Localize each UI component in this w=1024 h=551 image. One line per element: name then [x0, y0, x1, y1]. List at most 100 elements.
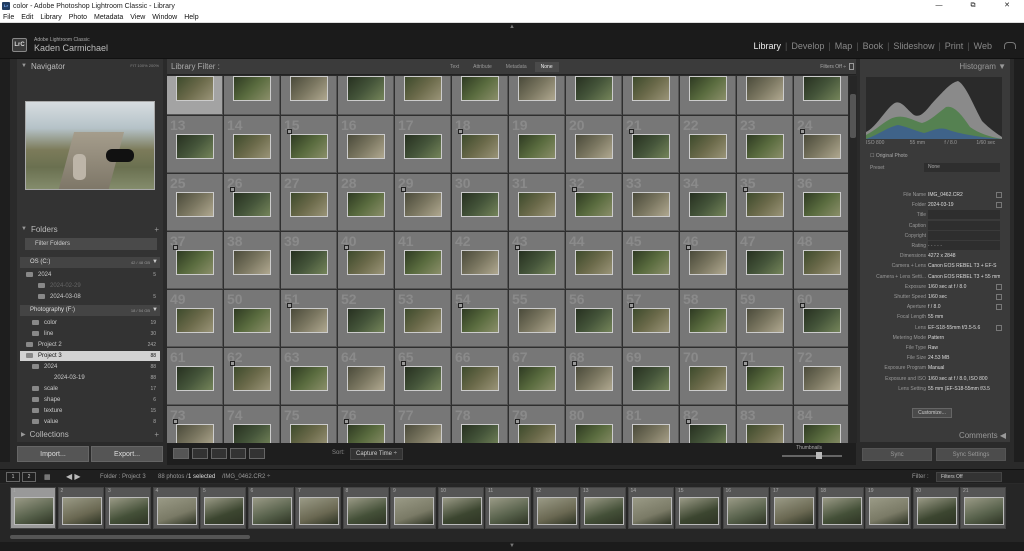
grid-cell[interactable]: 29: [395, 174, 451, 231]
metadata-value[interactable]: [928, 210, 1000, 220]
grid-cell[interactable]: 44: [566, 232, 622, 289]
grid-cell[interactable]: 73: [167, 406, 223, 443]
loupe-view-icon[interactable]: [192, 448, 208, 459]
photo-thumbnail[interactable]: [290, 76, 328, 101]
volume-photography[interactable]: Photography (F:) 18 / 54 GB ▼: [20, 305, 160, 316]
photo-thumbnail[interactable]: [233, 76, 271, 101]
maximize-button[interactable]: ⧉: [956, 0, 990, 12]
module-print[interactable]: Print: [941, 41, 968, 51]
photo-thumbnail[interactable]: [689, 76, 727, 101]
grid-cell[interactable]: 40: [338, 232, 394, 289]
grid-cell[interactable]: 33: [623, 174, 679, 231]
grid-view-icon[interactable]: [173, 448, 189, 459]
photo-thumbnail[interactable]: [746, 308, 784, 333]
filmstrip-cell[interactable]: 14: [627, 487, 674, 529]
folder-row-selected[interactable]: Project 3 88: [20, 351, 160, 361]
histogram-graph[interactable]: [866, 77, 1002, 139]
photo-thumbnail[interactable]: [347, 250, 385, 275]
grid-cell[interactable]: 65: [395, 348, 451, 405]
photo-thumbnail[interactable]: [347, 424, 385, 443]
grid-cell[interactable]: 20: [566, 116, 622, 173]
thumbnail-size-slider[interactable]: [782, 452, 842, 459]
menu-file[interactable]: File: [3, 14, 14, 21]
metadata-row[interactable]: Camera + Lens Canon EOS REBEL T3 + EF-S: [864, 261, 1006, 271]
module-web[interactable]: Web: [970, 41, 996, 51]
filmstrip-cell[interactable]: 8: [342, 487, 389, 529]
photo-thumbnail[interactable]: [233, 134, 271, 159]
filmstrip-cell[interactable]: 13: [580, 487, 626, 529]
filmstrip-thumbnail[interactable]: [631, 497, 672, 525]
grid-cell[interactable]: 58: [680, 290, 736, 347]
grid-cell[interactable]: 13: [167, 116, 223, 173]
grid-scrollbar[interactable]: [849, 76, 857, 443]
metadata-action-icon[interactable]: [996, 304, 1002, 311]
photo-thumbnail[interactable]: [233, 424, 271, 443]
filmstrip-thumbnail[interactable]: [679, 497, 719, 525]
grid-icon[interactable]: ▦: [44, 473, 51, 481]
photo-thumbnail[interactable]: [575, 134, 613, 159]
right-panel-toggle[interactable]: [1014, 59, 1024, 462]
folder-row[interactable]: 2024-03-19 88: [20, 373, 160, 383]
metadata-preset-dropdown[interactable]: None: [924, 163, 1000, 172]
photo-thumbnail[interactable]: [632, 424, 670, 443]
menu-view[interactable]: View: [130, 14, 145, 21]
photo-thumbnail[interactable]: [746, 366, 784, 391]
navigator-header[interactable]: ▼ Navigator FIT 100% 200%: [17, 59, 163, 73]
module-book[interactable]: Book: [859, 41, 888, 51]
navigator-zoom-options[interactable]: FIT 100% 200%: [130, 63, 159, 68]
photo-thumbnail[interactable]: [689, 192, 727, 217]
metadata-row[interactable]: Copyright: [864, 230, 1006, 241]
folder-row[interactable]: 2024-02-29: [20, 281, 160, 291]
photo-thumbnail[interactable]: [803, 250, 841, 275]
folders-header[interactable]: ▼ Folders +: [17, 222, 163, 236]
photo-thumbnail[interactable]: [176, 250, 214, 275]
filmstrip-cell[interactable]: 21: [960, 487, 1006, 529]
grid-cell[interactable]: 24: [794, 116, 848, 173]
photo-thumbnail[interactable]: [347, 308, 385, 333]
grid-cell[interactable]: 18: [452, 116, 508, 173]
grid-cell[interactable]: 32: [566, 174, 622, 231]
module-slideshow[interactable]: Slideshow: [889, 41, 938, 51]
grid-cell[interactable]: 43: [509, 232, 565, 289]
folder-row[interactable]: Project 2 242: [20, 340, 160, 350]
grid-cell[interactable]: 66: [452, 348, 508, 405]
grid-cell[interactable]: 68: [566, 348, 622, 405]
selected-file[interactable]: /IMG_0462.CR2 ÷: [222, 474, 270, 480]
export-button[interactable]: Export...: [91, 446, 163, 462]
filmstrip-filter-dropdown[interactable]: Filters Off: [936, 472, 1002, 482]
grid-cell[interactable]: 49: [167, 290, 223, 347]
comments-header[interactable]: Comments ◀: [860, 428, 1010, 442]
photo-thumbnail[interactable]: [689, 366, 727, 391]
photo-thumbnail[interactable]: [575, 308, 613, 333]
photo-thumbnail[interactable]: [746, 192, 784, 217]
metadata-row[interactable]: Aperture f / 8.0: [864, 302, 1006, 312]
folder-row[interactable]: color 19: [20, 318, 160, 328]
photo-thumbnail[interactable]: [233, 192, 271, 217]
metadata-action-icon[interactable]: [996, 324, 1002, 331]
grid-cell[interactable]: 22: [680, 116, 736, 173]
photo-thumbnail[interactable]: [575, 192, 613, 217]
filmstrip-cell[interactable]: 4: [152, 487, 199, 529]
grid-cell[interactable]: 69: [623, 348, 679, 405]
metadata-row[interactable]: File Size 24.53 MB: [864, 353, 1006, 363]
grid-cell[interactable]: 81: [623, 406, 679, 443]
filmstrip-cell[interactable]: 15: [675, 487, 721, 529]
filmstrip-thumbnail[interactable]: [204, 497, 244, 525]
photo-thumbnail[interactable]: [632, 250, 670, 275]
photo-thumbnail[interactable]: [290, 308, 328, 333]
photo-thumbnail[interactable]: [404, 192, 442, 217]
photo-thumbnail[interactable]: [461, 76, 499, 101]
folder-row[interactable]: 2024 88: [20, 362, 160, 372]
grid-cell[interactable]: [737, 76, 793, 115]
filmstrip-cell[interactable]: 6: [247, 487, 294, 529]
photo-thumbnail[interactable]: [233, 366, 271, 391]
photo-thumbnail[interactable]: [347, 192, 385, 217]
grid-cell[interactable]: 76: [338, 406, 394, 443]
slider-knob[interactable]: [816, 452, 822, 459]
photo-thumbnail[interactable]: [803, 192, 841, 217]
add-collection-icon[interactable]: +: [154, 430, 159, 439]
filmstrip-cell[interactable]: 20: [912, 487, 959, 529]
filmstrip-thumbnail[interactable]: [441, 497, 482, 525]
photo-thumbnail[interactable]: [176, 192, 214, 217]
grid-cell[interactable]: 57: [623, 290, 679, 347]
